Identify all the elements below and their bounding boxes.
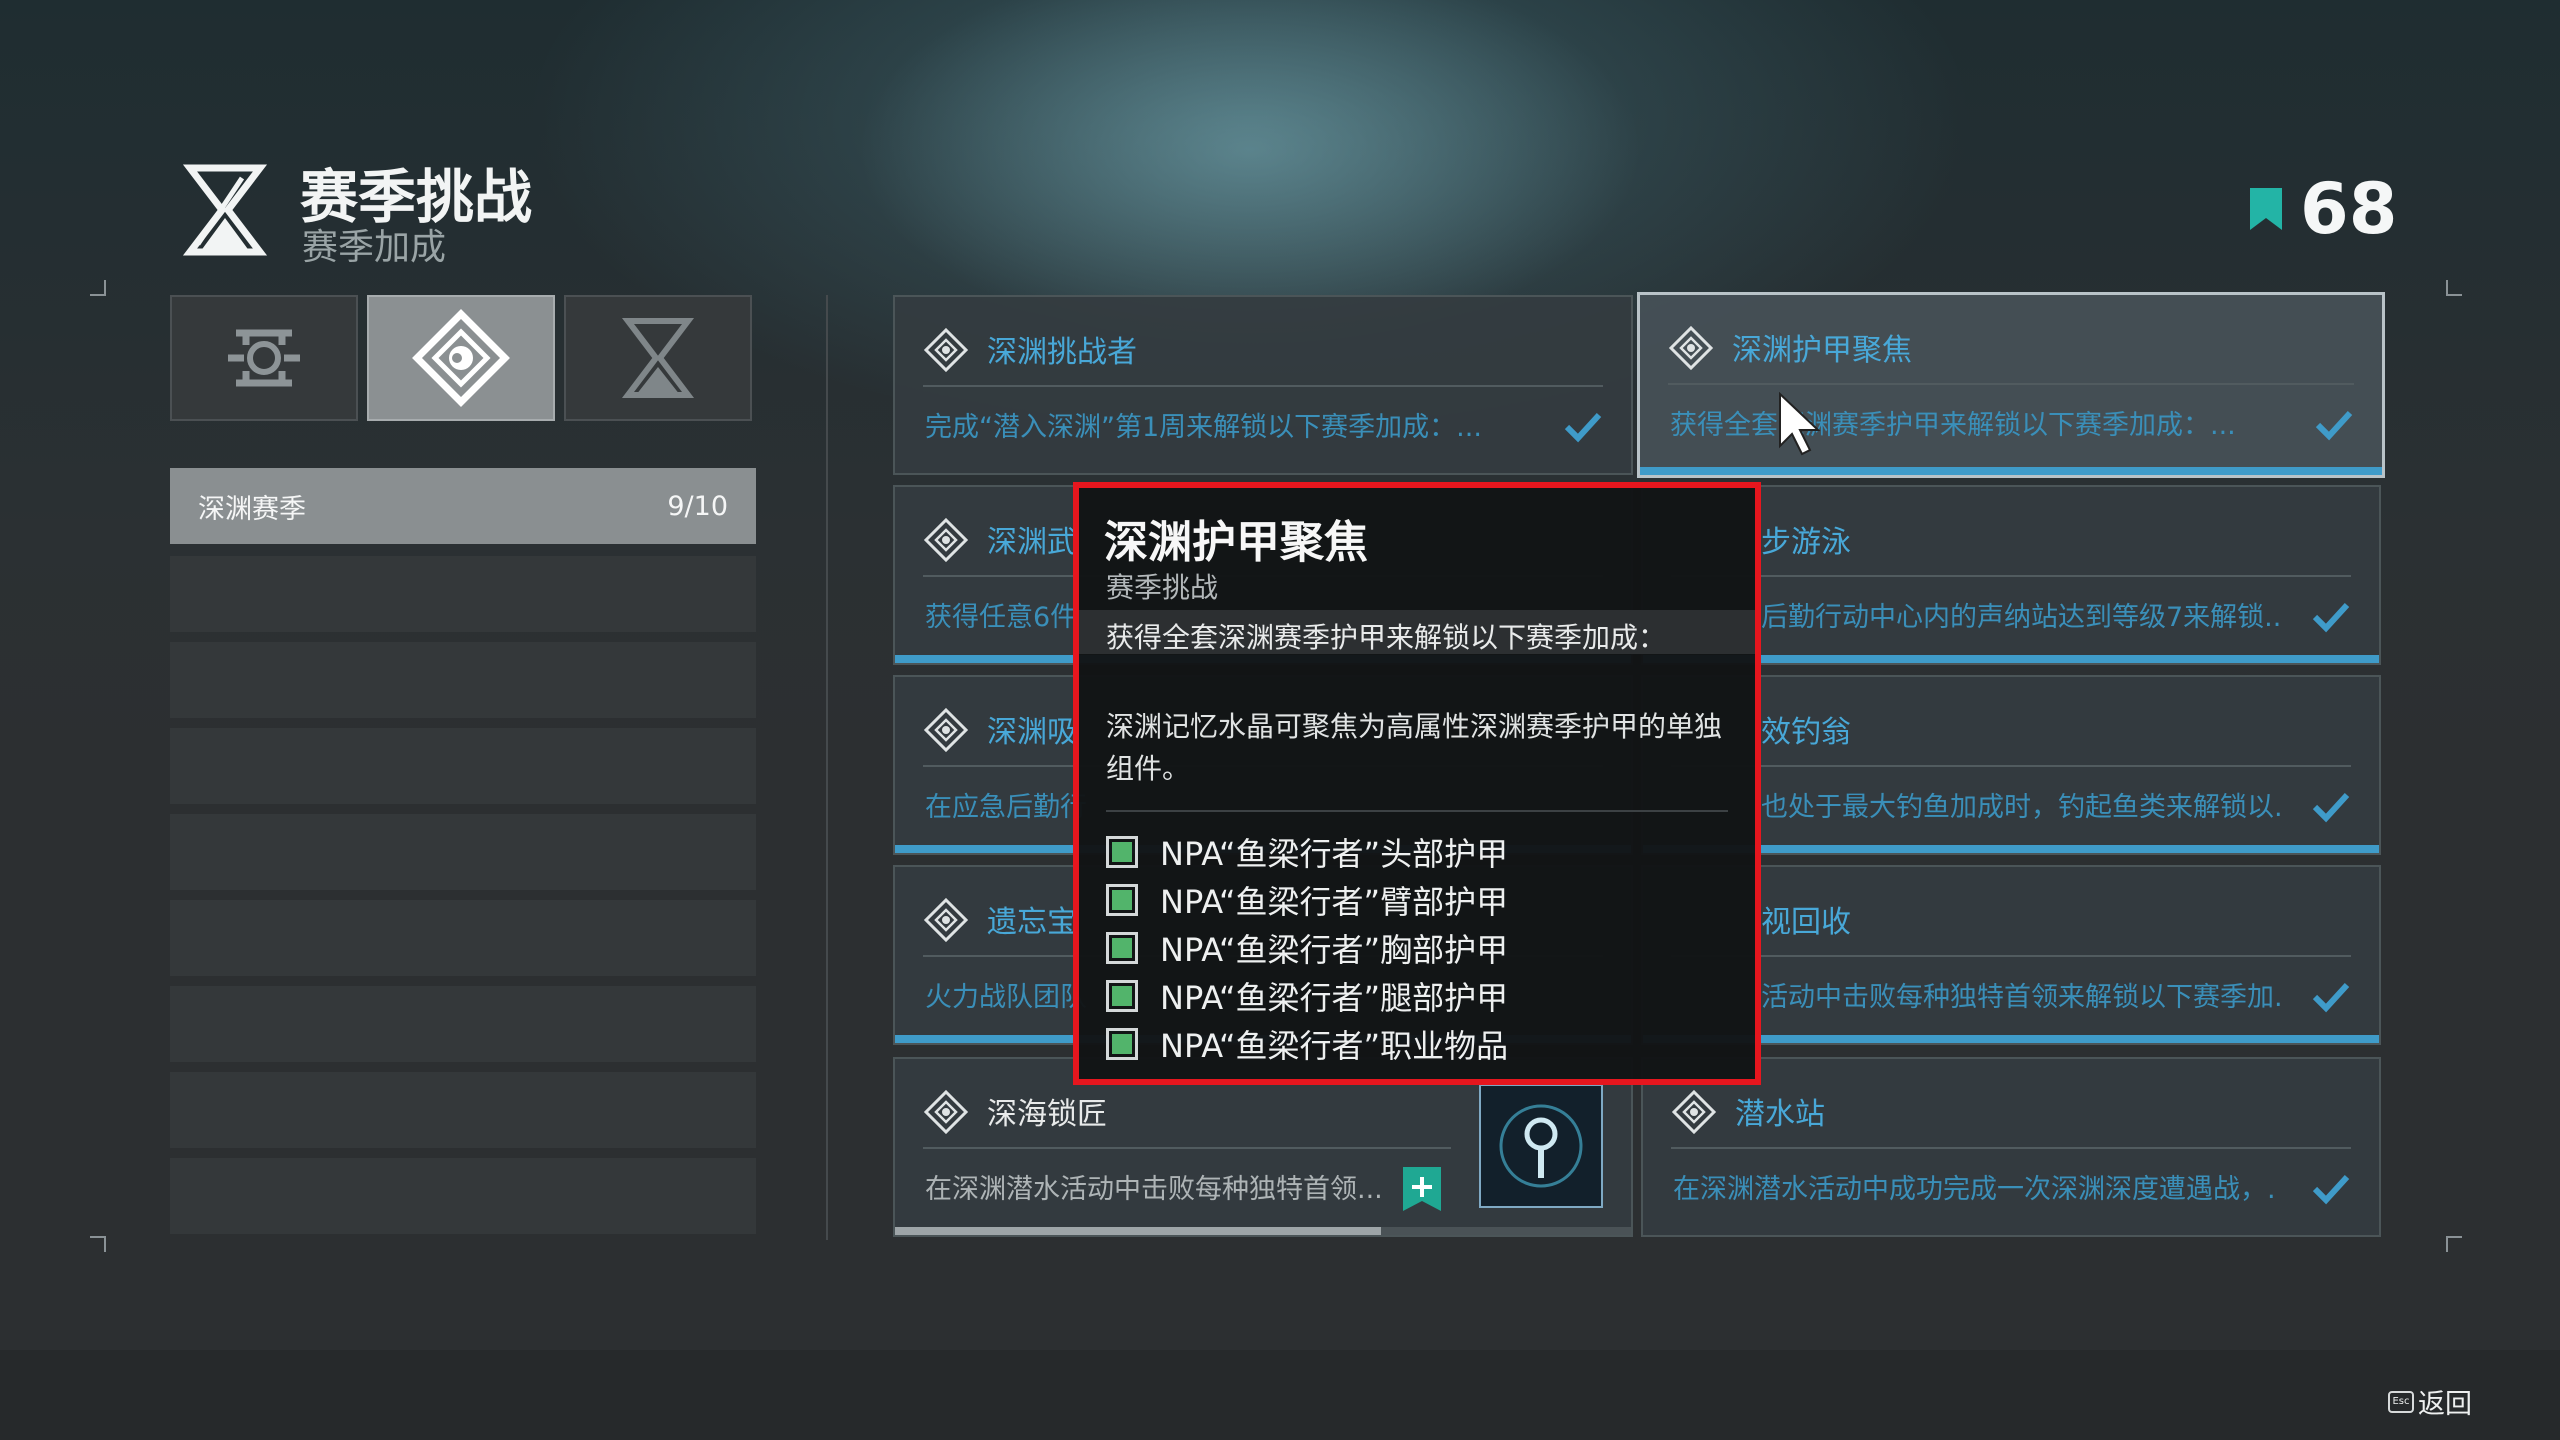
diamond-icon bbox=[923, 327, 969, 373]
challenge-card-selected[interactable]: 深渊护甲聚焦 获得全套深渊赛季护甲来解锁以下赛季加成：... bbox=[1637, 292, 2385, 478]
checkbox-icon bbox=[1106, 1028, 1138, 1060]
card-description: 完成“潜入深渊”第1周来解锁以下赛季加成：... bbox=[925, 412, 1482, 443]
reward-list-item: NPA“鱼梁行者”头部护甲 bbox=[1106, 828, 1508, 876]
tooltip-title: 深渊护甲聚焦 bbox=[1104, 517, 1368, 568]
card-title: 视回收 bbox=[1761, 905, 1851, 940]
card-title: 步游泳 bbox=[1761, 525, 1851, 560]
card-title: 效钓翁 bbox=[1761, 715, 1851, 750]
card-description: 在深渊潜水活动中成功完成一次深渊深度遭遇战，... bbox=[1673, 1174, 2273, 1205]
challenge-tooltip: 深渊护甲聚焦 赛季挑战 获得全套深渊赛季护甲来解锁以下赛季加成： 深渊记忆水晶可… bbox=[1073, 482, 1761, 1085]
diamond-icon bbox=[923, 517, 969, 563]
category-label: 深渊赛季 bbox=[198, 493, 306, 525]
category-count: 9/10 bbox=[667, 490, 728, 522]
page-subtitle: 赛季加成 bbox=[302, 227, 447, 268]
check-icon bbox=[1564, 412, 1602, 443]
hourglass-icon bbox=[182, 164, 268, 256]
tooltip-objective: 获得全套深渊赛季护甲来解锁以下赛季加成： bbox=[1106, 621, 1667, 654]
tab-challenges[interactable] bbox=[564, 295, 752, 421]
reward-item-icon[interactable] bbox=[1479, 1084, 1603, 1208]
check-icon bbox=[2312, 982, 2350, 1013]
corner-mark bbox=[2446, 280, 2462, 296]
season-rank: 68 bbox=[2250, 168, 2397, 250]
corner-mark bbox=[2446, 1236, 2462, 1252]
empty-slot bbox=[170, 556, 756, 632]
challenge-card[interactable]: 深渊挑战者 完成“潜入深渊”第1周来解锁以下赛季加成：... bbox=[893, 295, 1633, 475]
tooltip-description: 深渊记忆水晶可聚焦为高属性深渊赛季护甲的单独组件。 bbox=[1106, 710, 1723, 785]
card-progress-bar bbox=[895, 1227, 1381, 1235]
plus-icon bbox=[1403, 1167, 1441, 1211]
card-separator bbox=[1671, 575, 2351, 577]
footer-bar bbox=[0, 1350, 2560, 1440]
category-season-abyss[interactable]: 深渊赛季 9/10 bbox=[170, 468, 756, 544]
checkbox-icon bbox=[1106, 884, 1138, 916]
artifact-icon bbox=[228, 329, 300, 387]
esc-key-icon: Esc bbox=[2388, 1390, 2414, 1413]
card-title: 深渊武 bbox=[987, 525, 1077, 560]
empty-slot bbox=[170, 900, 756, 976]
checkbox-icon bbox=[1106, 836, 1138, 868]
card-description: 后勤行动中心内的声纳站达到等级7来解锁... bbox=[1761, 602, 2281, 633]
card-description: 活动中击败每种独特首领来解锁以下赛季加... bbox=[1761, 982, 2281, 1013]
card-progress-bar bbox=[1640, 467, 2382, 475]
corner-mark bbox=[90, 280, 106, 296]
reward-list-item: NPA“鱼梁行者”胸部护甲 bbox=[1106, 924, 1508, 972]
back-button[interactable]: Esc 返回 bbox=[2388, 1382, 2472, 1421]
card-description: 也处于最大钓鱼加成时，钓起鱼类来解锁以... bbox=[1761, 792, 2281, 823]
check-icon bbox=[2312, 1174, 2350, 1205]
corner-mark bbox=[90, 1236, 106, 1252]
diamond-eye-icon bbox=[412, 309, 510, 407]
diamond-icon bbox=[1671, 1089, 1717, 1135]
card-description: 获得全套深渊赛季护甲来解锁以下赛季加成：... bbox=[1670, 410, 2236, 441]
mouse-cursor-icon bbox=[1779, 392, 1821, 456]
empty-slot bbox=[170, 986, 756, 1062]
bookmark-icon bbox=[2250, 188, 2282, 230]
tab-season[interactable] bbox=[367, 295, 555, 421]
check-icon bbox=[2312, 602, 2350, 633]
checkbox-icon bbox=[1106, 932, 1138, 964]
reward-item-label: NPA“鱼梁行者”腿部护甲 bbox=[1160, 979, 1509, 1017]
reward-list-item: NPA“鱼梁行者”职业物品 bbox=[1106, 1020, 1508, 1068]
card-title: 深渊护甲聚焦 bbox=[1732, 333, 1912, 368]
back-label: 返回 bbox=[2418, 1389, 2472, 1420]
reward-list-item: NPA“鱼梁行者”臂部护甲 bbox=[1106, 876, 1508, 924]
rank-number: 68 bbox=[2300, 168, 2398, 250]
card-separator bbox=[923, 385, 1603, 387]
card-title: 潜水站 bbox=[1735, 1097, 1825, 1132]
diamond-icon bbox=[923, 707, 969, 753]
empty-slot bbox=[170, 642, 756, 718]
card-description: 在深渊潜水活动中击败每种独特首领... bbox=[925, 1174, 1383, 1205]
keyhole-emblem-icon bbox=[1499, 1104, 1583, 1188]
empty-slot bbox=[170, 728, 756, 804]
card-title: 深渊吸 bbox=[987, 715, 1077, 750]
empty-slot bbox=[170, 1158, 756, 1234]
card-separator bbox=[1671, 765, 2351, 767]
tooltip-separator bbox=[1106, 810, 1728, 812]
empty-slot bbox=[170, 1072, 756, 1148]
check-icon bbox=[2312, 792, 2350, 823]
diamond-icon bbox=[923, 897, 969, 943]
tab-artifact[interactable] bbox=[170, 295, 358, 421]
card-separator bbox=[923, 1147, 1451, 1149]
panel-divider bbox=[826, 295, 828, 1240]
diamond-icon bbox=[923, 1089, 969, 1135]
hourglass-icon bbox=[621, 318, 695, 398]
diamond-icon bbox=[1668, 325, 1714, 371]
check-icon bbox=[2315, 410, 2353, 441]
checkbox-icon bbox=[1106, 980, 1138, 1012]
tooltip-subtitle: 赛季挑战 bbox=[1106, 571, 1219, 604]
card-title: 遗忘宝 bbox=[987, 905, 1077, 940]
reward-item-label: NPA“鱼梁行者”胸部护甲 bbox=[1160, 931, 1509, 969]
reward-item-label: NPA“鱼梁行者”臂部护甲 bbox=[1160, 883, 1509, 921]
card-separator bbox=[1668, 383, 2354, 385]
reward-item-label: NPA“鱼梁行者”头部护甲 bbox=[1160, 835, 1509, 873]
card-separator bbox=[1671, 1147, 2351, 1149]
reward-item-label: NPA“鱼梁行者”职业物品 bbox=[1160, 1027, 1509, 1065]
card-title: 深渊挑战者 bbox=[987, 335, 1137, 370]
tooltip-reward-list: NPA“鱼梁行者”头部护甲 NPA“鱼梁行者”臂部护甲 NPA“鱼梁行者”胸部护… bbox=[1106, 828, 1508, 1068]
empty-slot bbox=[170, 814, 756, 890]
card-title: 深海锁匠 bbox=[987, 1097, 1107, 1132]
reward-list-item: NPA“鱼梁行者”腿部护甲 bbox=[1106, 972, 1508, 1020]
card-separator bbox=[1671, 955, 2351, 957]
